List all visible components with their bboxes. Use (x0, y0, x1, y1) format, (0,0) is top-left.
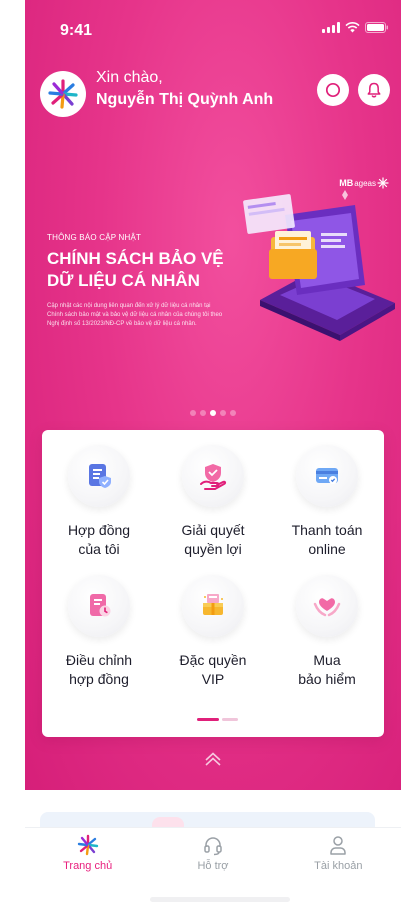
label-line2: của tôi (78, 541, 120, 557)
search-icon (325, 82, 341, 98)
label-line1: Mua (313, 652, 341, 668)
tab-label: Trang chủ (63, 860, 113, 872)
label-line2: bảo hiểm (298, 671, 356, 687)
home-indicator (150, 897, 290, 902)
tab-label: Hỗ trợ (197, 860, 229, 872)
menu-item-icon-wrap (296, 445, 358, 507)
contract-icon (89, 464, 111, 488)
banner-dot[interactable] (230, 410, 236, 416)
avatar[interactable] (40, 71, 86, 117)
label-line2: quyền lợi (184, 541, 242, 557)
buy-insurance-icon (313, 598, 341, 617)
banner-title: CHÍNH SÁCH BẢO VỆ DỮ LIỆU CÁ NHÂN (47, 248, 237, 292)
label-line2: hợp đồng (69, 671, 129, 687)
wifi-icon (345, 22, 360, 33)
chevron-double-up-icon[interactable] (202, 749, 224, 771)
label-line1: Thanh toán (291, 522, 363, 538)
label-line1: Điều chỉnh (65, 652, 133, 668)
home-star-icon (77, 834, 98, 856)
promo-banner[interactable]: THÔNG BÁO CẬP NHẬT CHÍNH SÁCH BẢO VỆ DỮ … (47, 233, 237, 329)
label-line2: online (308, 541, 346, 557)
tab-home[interactable]: Trang chủ (25, 828, 150, 879)
mb-ageas-logo-icon (48, 79, 78, 109)
greeting-text: Xin chào, (96, 69, 163, 86)
menu-pagination[interactable] (197, 718, 238, 721)
claim-icon (200, 464, 227, 490)
menu-item-label: Giải quyết quyền lợi (158, 521, 268, 559)
user-name: Nguyễn Thị Quỳnh Anh (96, 91, 274, 108)
banner-dot[interactable] (190, 410, 196, 416)
greeting-header: Xin chào, Nguyễn Thị Quỳnh Anh (40, 66, 390, 122)
menu-item-icon-wrap (182, 445, 244, 507)
menu-item-online-payment[interactable]: Thanh toán online (270, 445, 384, 559)
label-line1: Đặc quyền (179, 652, 247, 668)
laptop-data-illustration (243, 190, 395, 341)
menu-item-buy-insurance[interactable]: Mua bảo hiểm (270, 575, 384, 689)
status-bar: 9:41 (25, 0, 401, 50)
menu-item-label: Đặc quyền VIP (158, 651, 268, 689)
menu-item-icon-wrap (68, 445, 130, 507)
tab-account[interactable]: Tài khoản (276, 828, 401, 879)
battery-icon (365, 22, 388, 33)
label-line1: Hợp đồng (67, 522, 131, 538)
banner-dot-active[interactable] (210, 410, 216, 416)
menu-item-claims[interactable]: Giải quyết quyền lợi (156, 445, 270, 559)
notification-button[interactable] (358, 74, 390, 106)
menu-item-adjust-contract[interactable]: Điều chỉnh hợp đồng (42, 575, 156, 689)
menu-page-indicator[interactable] (222, 718, 238, 721)
menu-item-label: Mua bảo hiểm (272, 651, 382, 689)
menu-item-label: Điều chỉnh hợp đồng (44, 651, 154, 689)
hero-background: 9:41 Xin chào, Nguyễn Thị Quỳnh Anh MB a… (25, 0, 401, 790)
menu-page-indicator-active[interactable] (197, 718, 219, 721)
vip-gift-icon (203, 594, 223, 615)
banner-title-line2: DỮ LIỆU CÁ NHÂN (47, 271, 200, 290)
bell-icon (367, 82, 381, 98)
menu-item-label: Thanh toán online (272, 521, 382, 559)
banner-description: Cập nhật các nội dung liên quan đến xử l… (47, 303, 223, 327)
menu-item-vip[interactable]: Đặc quyền VIP (156, 575, 270, 689)
menu-item-icon-wrap (296, 575, 358, 637)
status-time: 9:41 (60, 22, 93, 39)
payment-card-icon (316, 468, 338, 484)
menu-item-icon-wrap (182, 575, 244, 637)
tab-label: Tài khoản (314, 860, 363, 872)
label-line2: VIP (201, 671, 225, 687)
bottom-tab-bar: Trang chủ Hỗ trợ Tài khoản (25, 827, 401, 879)
tab-support[interactable]: Hỗ trợ (150, 828, 275, 879)
menu-item-my-contract[interactable]: Hợp đồng của tôi (42, 445, 156, 559)
menu-item-label: Hợp đồng của tôi (44, 521, 154, 559)
search-button[interactable] (317, 74, 349, 106)
signal-icon (322, 22, 340, 33)
headset-icon (204, 837, 222, 856)
user-icon (330, 836, 347, 855)
services-card: Hợp đồng của tôi Giải quyết quyền lợi Th… (42, 430, 384, 737)
contract-edit-icon (90, 594, 111, 617)
menu-item-icon-wrap (68, 575, 130, 637)
banner-dot[interactable] (200, 410, 206, 416)
banner-tag: THÔNG BÁO CẬP NHẬT (47, 233, 142, 242)
banner-dot[interactable] (220, 410, 226, 416)
label-line1: Giải quyết (181, 522, 245, 538)
banner-pagination[interactable] (190, 410, 236, 416)
status-icons (322, 22, 389, 33)
banner-title-line1: CHÍNH SÁCH BẢO VỆ (47, 249, 224, 268)
